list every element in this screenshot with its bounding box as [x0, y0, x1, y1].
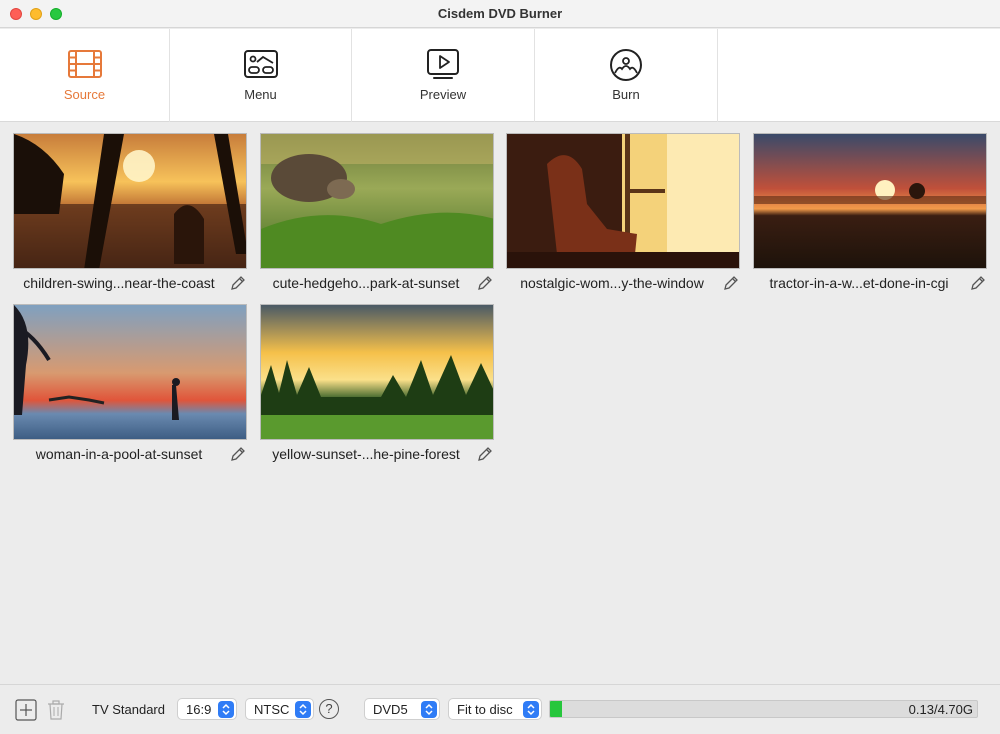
video-tile[interactable]: tractor-in-a-w...et-done-in-cgi [753, 133, 987, 294]
tab-source-label: Source [63, 87, 106, 102]
video-name: cute-hedgeho...park-at-sunset [272, 275, 460, 291]
video-grid: children-swing...near-the-coast cute-hed… [0, 123, 1000, 683]
video-tile[interactable]: woman-in-a-pool-at-sunset [13, 304, 247, 465]
chevron-updown-icon [295, 701, 311, 718]
aspect-ratio-value: 16:9 [186, 702, 212, 717]
video-tile[interactable]: children-swing...near-the-coast [13, 133, 247, 294]
video-caption: tractor-in-a-w...et-done-in-cgi [753, 272, 987, 294]
video-tile[interactable]: nostalgic-wom...y-the-window [506, 133, 740, 294]
video-thumbnail[interactable] [260, 304, 494, 440]
aspect-ratio-select[interactable]: 16:9 [177, 698, 237, 720]
tab-burn-label: Burn [612, 87, 640, 102]
disc-capacity-bar: 0.13/4.70G [549, 700, 978, 718]
video-thumbnail[interactable] [13, 304, 247, 440]
video-name: children-swing...near-the-coast [23, 275, 215, 291]
disc-type-value: DVD5 [373, 702, 408, 717]
fit-mode-value: Fit to disc [457, 702, 513, 717]
video-caption: yellow-sunset-...he-pine-forest [260, 443, 494, 465]
fit-mode-select[interactable]: Fit to disc [448, 698, 542, 720]
tv-standard-label: TV Standard [92, 702, 165, 717]
video-thumbnail[interactable] [260, 133, 494, 269]
bottom-bar: TV Standard 16:9 NTSC ? DVD5 Fit to disc… [0, 684, 1000, 734]
menu-icon [243, 50, 278, 78]
trash-icon[interactable] [45, 699, 67, 721]
video-tile[interactable]: yellow-sunset-...he-pine-forest [260, 304, 494, 465]
pencil-icon[interactable] [476, 274, 494, 292]
tab-preview[interactable]: Preview [352, 29, 535, 122]
add-icon[interactable] [15, 699, 37, 721]
tab-source[interactable]: Source [0, 29, 170, 122]
video-name: woman-in-a-pool-at-sunset [35, 446, 203, 462]
title-bar: Cisdem DVD Burner [0, 0, 1000, 28]
tab-menu-label: Menu [244, 87, 277, 102]
video-name: tractor-in-a-w...et-done-in-cgi [769, 275, 949, 291]
disc-type-select[interactable]: DVD5 [364, 698, 440, 720]
capacity-fill [550, 701, 562, 717]
video-caption: children-swing...near-the-coast [13, 272, 247, 294]
pencil-icon[interactable] [722, 274, 740, 292]
film-icon [67, 50, 102, 78]
video-name: nostalgic-wom...y-the-window [520, 275, 704, 291]
video-thumbnail[interactable] [506, 133, 740, 269]
video-thumbnail[interactable] [753, 133, 987, 269]
help-button[interactable]: ? [319, 699, 339, 719]
tv-standard-select[interactable]: NTSC [245, 698, 314, 720]
tab-menu[interactable]: Menu [170, 29, 352, 122]
window-title: Cisdem DVD Burner [437, 6, 563, 21]
capacity-text: 0.13/4.70G [908, 702, 973, 717]
video-name: yellow-sunset-...he-pine-forest [272, 446, 460, 462]
video-caption: cute-hedgeho...park-at-sunset [260, 272, 494, 294]
chevron-updown-icon [523, 701, 539, 718]
video-thumbnail[interactable] [13, 133, 247, 269]
chevron-updown-icon [421, 701, 437, 718]
pencil-icon[interactable] [969, 274, 987, 292]
pencil-icon[interactable] [229, 445, 247, 463]
chevron-updown-icon [218, 701, 234, 718]
video-caption: nostalgic-wom...y-the-window [506, 272, 740, 294]
disc-icon [610, 49, 642, 81]
main-toolbar: Source Menu Preview Burn [0, 29, 1000, 122]
video-tile[interactable]: cute-hedgeho...park-at-sunset [260, 133, 494, 294]
pencil-icon[interactable] [229, 274, 247, 292]
play-icon [427, 49, 459, 79]
video-caption: woman-in-a-pool-at-sunset [13, 443, 247, 465]
tv-standard-value: NTSC [254, 702, 290, 717]
pencil-icon[interactable] [476, 445, 494, 463]
tab-burn[interactable]: Burn [535, 29, 718, 122]
tab-preview-label: Preview [419, 87, 467, 102]
